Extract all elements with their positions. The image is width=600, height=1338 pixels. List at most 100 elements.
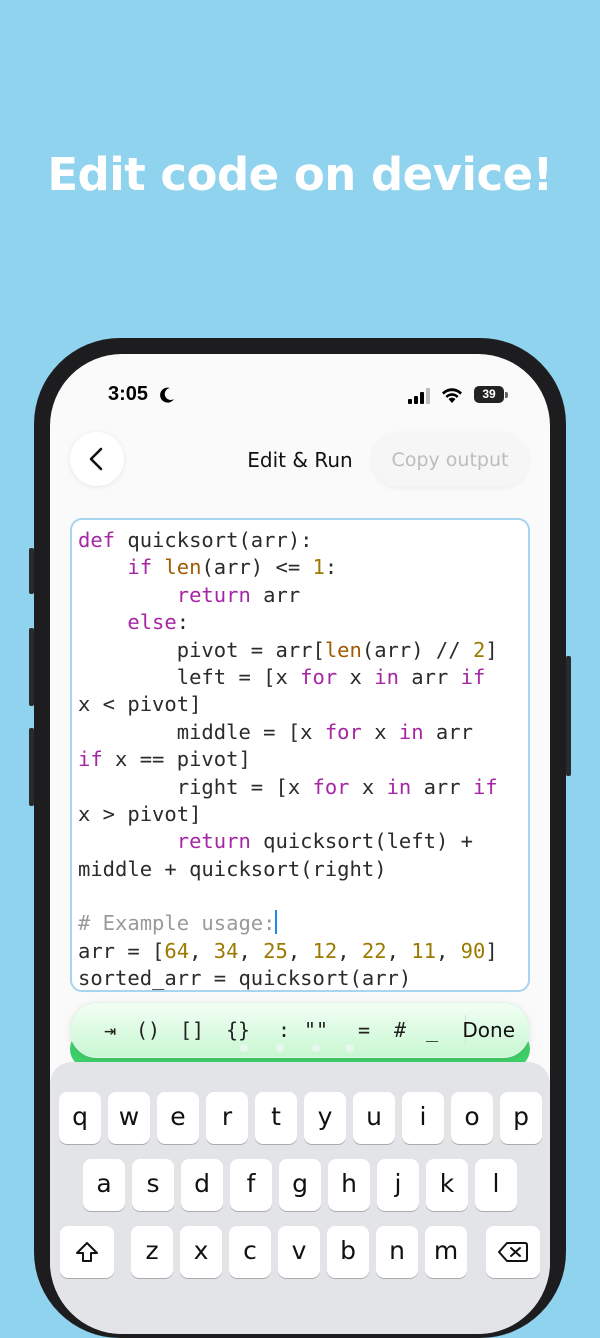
- page-dot: [240, 1044, 248, 1052]
- shift-key[interactable]: [60, 1226, 114, 1278]
- code-token: ,: [287, 938, 313, 963]
- wifi-icon: [442, 388, 462, 403]
- accessory-key[interactable]: []: [175, 1003, 209, 1057]
- accessory-key[interactable]: ⇥: [93, 1003, 127, 1057]
- code-token: (arr) //: [361, 637, 473, 662]
- key-y[interactable]: y: [304, 1092, 346, 1144]
- key-u[interactable]: u: [353, 1092, 395, 1144]
- code-token: for: [312, 774, 350, 799]
- code-token: ,: [238, 938, 264, 963]
- code-token: len: [164, 555, 202, 580]
- code-token: middle + quicksort(right): [78, 856, 387, 881]
- accessory-key[interactable]: :: [267, 1003, 301, 1057]
- key-v[interactable]: v: [278, 1226, 320, 1278]
- code-line: sorted_arr = quicksort(arr): [78, 965, 528, 990]
- code-token: x: [361, 719, 399, 744]
- code-token: x: [349, 774, 387, 799]
- code-text: def quicksort(arr): if len(arr) <= 1: re…: [72, 520, 528, 990]
- chevron-left-icon: [89, 447, 103, 471]
- key-h[interactable]: h: [328, 1159, 370, 1211]
- side-button: [566, 656, 571, 776]
- code-token: # Example usage:: [78, 911, 276, 936]
- code-token: ]: [485, 938, 498, 963]
- key-x[interactable]: x: [180, 1226, 222, 1278]
- key-c[interactable]: c: [229, 1226, 271, 1278]
- code-editor[interactable]: def quicksort(arr): if len(arr) <= 1: re…: [70, 518, 530, 992]
- key-z[interactable]: z: [131, 1226, 173, 1278]
- backspace-icon: [498, 1242, 528, 1262]
- code-token: right = [x: [78, 774, 313, 799]
- code-token: ,: [337, 938, 362, 963]
- key-g[interactable]: g: [279, 1159, 321, 1211]
- keyboard: qwertyuiop asdfghjkl zxcvbnm: [50, 1062, 550, 1334]
- code-token: in: [374, 664, 399, 689]
- key-o[interactable]: o: [451, 1092, 493, 1144]
- back-button[interactable]: [70, 432, 124, 486]
- signal-icon: [408, 388, 430, 404]
- code-token: 25: [263, 938, 288, 963]
- code-line: if len(arr) <= 1:: [78, 554, 528, 581]
- phone-screen: 3:05 39 Edit & Run Copy output def quick…: [50, 354, 550, 1334]
- code-token: quicksort(arr):: [115, 528, 313, 552]
- page-dot: [312, 1044, 320, 1052]
- key-b[interactable]: b: [327, 1226, 369, 1278]
- code-token: ]: [485, 637, 498, 662]
- battery-tip: [505, 392, 508, 398]
- key-j[interactable]: j: [377, 1159, 419, 1211]
- key-s[interactable]: s: [132, 1159, 174, 1211]
- key-e[interactable]: e: [157, 1092, 199, 1144]
- key-l[interactable]: l: [475, 1159, 517, 1211]
- code-token: in: [398, 719, 424, 744]
- key-i[interactable]: i: [402, 1092, 444, 1144]
- key-k[interactable]: k: [426, 1159, 468, 1211]
- code-token: 1: [312, 555, 325, 580]
- key-f[interactable]: f: [230, 1159, 272, 1211]
- code-token: for: [300, 664, 338, 689]
- key-m[interactable]: m: [425, 1226, 467, 1278]
- done-button[interactable]: Done: [462, 1003, 515, 1057]
- delete-key[interactable]: [486, 1226, 540, 1278]
- key-a[interactable]: a: [83, 1159, 125, 1211]
- code-line: return arr: [78, 582, 528, 609]
- code-line: x < pivot]: [78, 691, 528, 718]
- side-button: [29, 548, 34, 594]
- shift-icon: [76, 1242, 98, 1262]
- key-d[interactable]: d: [181, 1159, 223, 1211]
- key-t[interactable]: t: [255, 1092, 297, 1144]
- code-token: if: [127, 555, 153, 580]
- copy-output-button[interactable]: Copy output: [372, 433, 528, 487]
- code-token: def: [78, 528, 116, 552]
- code-token: 34: [213, 938, 239, 963]
- code-line: x > pivot]: [78, 801, 528, 828]
- code-token: 2: [472, 637, 486, 662]
- key-r[interactable]: r: [206, 1092, 248, 1144]
- code-line: # Example usage:: [78, 910, 528, 937]
- code-token: return: [176, 829, 251, 854]
- code-token: arr: [398, 664, 461, 689]
- code-token: quicksort(left) +: [250, 829, 473, 854]
- page-dot: [346, 1044, 354, 1052]
- key-q[interactable]: q: [59, 1092, 101, 1144]
- headline: Edit code on device!: [47, 148, 553, 201]
- code-line: else:: [78, 609, 528, 636]
- code-token: ,: [435, 938, 461, 963]
- accessory-key[interactable]: (): [131, 1003, 165, 1057]
- accessory-key[interactable]: {}: [221, 1003, 255, 1057]
- key-p[interactable]: p: [500, 1092, 542, 1144]
- code-token: left = [x: [78, 664, 301, 689]
- accessory-key[interactable]: _: [415, 1003, 449, 1057]
- keyboard-accessory-bar: Done ⇥()[]{}: "" = # _: [70, 1002, 530, 1058]
- page-dot: [276, 1044, 284, 1052]
- code-line: pivot = arr[len(arr) // 2]: [78, 637, 528, 664]
- key-w[interactable]: w: [108, 1092, 150, 1144]
- key-n[interactable]: n: [376, 1226, 418, 1278]
- moon-icon: [160, 387, 174, 403]
- status-time: 3:05: [108, 383, 149, 405]
- accessory-key[interactable]: #: [383, 1003, 417, 1057]
- code-token: return: [176, 582, 251, 607]
- battery-icon: 39: [474, 386, 504, 403]
- code-token: in: [386, 774, 412, 799]
